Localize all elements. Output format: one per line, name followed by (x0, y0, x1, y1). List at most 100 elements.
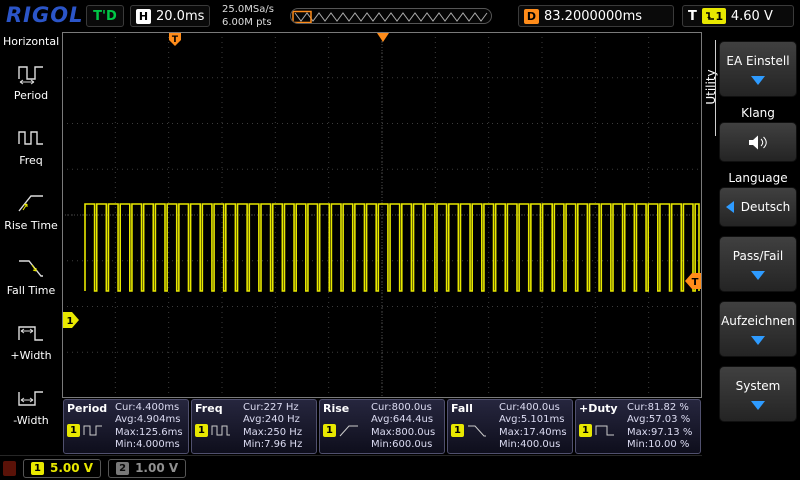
d-badge: D (524, 9, 539, 24)
utility-menu: Utility EA Einstell Klang Language Deuts… (702, 32, 800, 480)
freq-glyph-icon (211, 423, 231, 438)
meas-cur: Cur:227 Hz (243, 402, 313, 414)
meas-min: Min:400.0us (499, 439, 569, 451)
measurement-name: Rise (323, 402, 371, 415)
menu-item-label: Language (719, 171, 797, 185)
meas-avg: Avg:57.03 % (627, 414, 697, 426)
trigger-status-text: T'D (93, 9, 117, 24)
freq-icon (16, 126, 46, 150)
measurement-box-freq: Freq 1 Cur:227 Hz Avg:240 Hz Max:250 Hz … (191, 399, 317, 454)
chevron-down-icon (751, 271, 765, 280)
sidebar-item-label: Fall Time (7, 284, 56, 297)
meas-cur: Cur:400.0us (499, 402, 569, 414)
channel-badge: 1 (579, 424, 592, 437)
menu-item-klang[interactable]: Klang (719, 106, 797, 162)
sidebar-item-period[interactable]: Period (0, 49, 62, 114)
sidebar-item-label: -Width (13, 414, 48, 427)
sidebar-item-fall-time[interactable]: Fall Time (0, 244, 62, 309)
h-badge: H (136, 9, 151, 24)
menu-item-pass-fail[interactable]: Pass/Fail (719, 236, 797, 292)
sample-rate: 25.0MSa/s (222, 3, 274, 16)
trigger-source-badge: 1 (702, 8, 726, 24)
trigger-info-box: T 1 4.60 V (682, 5, 794, 27)
language-value-box[interactable]: Deutsch (719, 187, 797, 227)
sound-value-box[interactable] (719, 122, 797, 162)
horizontal-scale-value: 20.0ms (156, 9, 204, 24)
sidebar-item-freq[interactable]: Freq (0, 114, 62, 179)
measurement-box-period: Period 1 Cur:4.400ms Avg:4.904ms Max:125… (63, 399, 189, 454)
menu-item-ea-einstell[interactable]: EA Einstell (719, 41, 797, 97)
measurement-readout-row: Period 1 Cur:4.400ms Avg:4.904ms Max:125… (62, 398, 702, 455)
fall-glyph-icon (467, 423, 487, 438)
rise-time-icon (16, 191, 46, 215)
meas-min: Min:10.00 % (627, 439, 697, 451)
menu-item-label: Pass/Fail (733, 249, 783, 263)
measurement-name: +Duty (579, 402, 627, 415)
meas-avg: Avg:644.4us (371, 414, 441, 426)
channel2-badge: 2 (116, 462, 129, 475)
status-indicator (3, 461, 16, 476)
fall-time-icon (16, 256, 46, 280)
period-glyph-icon (83, 423, 103, 438)
sidebar-item-pos-width[interactable]: +Width (0, 309, 62, 374)
sidebar-item-rise-time[interactable]: Rise Time (0, 179, 62, 244)
channel1-badge: 1 (31, 462, 44, 475)
channel-badge: 1 (323, 424, 336, 437)
scope-display[interactable]: T1T (62, 32, 702, 398)
channel-badge: 1 (195, 424, 208, 437)
channel-status-bar: 1 5.00 V 2 1.00 V (0, 455, 800, 480)
memory-depth: 6.00M pts (222, 16, 274, 29)
measurement-name: Fall (451, 402, 499, 415)
memory-waveform-preview (291, 10, 491, 24)
meas-cur: Cur:81.82 % (627, 402, 697, 414)
channel1-box[interactable]: 1 5.00 V (23, 459, 101, 478)
top-status-bar: RIGOL T'D H 20.0ms 25.0MSa/s 6.00M pts D… (0, 0, 800, 32)
meas-avg: Avg:5.101ms (499, 414, 569, 426)
measurement-box-duty: +Duty 1 Cur:81.82 % Avg:57.03 % Max:97.1… (575, 399, 701, 454)
svg-text:1: 1 (67, 316, 74, 327)
t-label: T (688, 9, 697, 24)
channel-badge: 1 (451, 424, 464, 437)
measurement-box-fall: Fall 1 Cur:400.0us Avg:5.101ms Max:17.40… (447, 399, 573, 454)
meas-cur: Cur:4.400ms (115, 402, 185, 414)
sidebar-item-label: Period (14, 89, 48, 102)
menu-item-label: System (736, 379, 781, 393)
menu-item-system[interactable]: System (719, 366, 797, 422)
meas-min: Min:7.96 Hz (243, 439, 313, 451)
memory-position-bar (290, 8, 492, 24)
chevron-down-icon (751, 76, 765, 85)
sidebar-item-neg-width[interactable]: -Width (0, 374, 62, 439)
language-value: Deutsch (741, 200, 790, 214)
meas-min: Min:4.000ms (115, 439, 185, 451)
chevron-left-icon (726, 201, 734, 213)
measurement-name: Period (67, 402, 115, 415)
channel2-scale: 1.00 V (135, 461, 178, 475)
measurement-box-rise: Rise 1 Cur:800.0us Avg:644.4us Max:800.0… (319, 399, 445, 454)
meas-max: Max:97.13 % (627, 427, 697, 439)
measurement-name: Freq (195, 402, 243, 415)
meas-avg: Avg:240 Hz (243, 414, 313, 426)
pos-width-icon (16, 321, 46, 345)
menu-item-language[interactable]: Language Deutsch (719, 171, 797, 227)
sound-on-icon (747, 134, 769, 151)
meas-min: Min:600.0us (371, 439, 441, 451)
sidebar-title: Horizontal (0, 32, 62, 49)
falling-edge-icon (705, 10, 715, 22)
meas-max: Max:800.0us (371, 427, 441, 439)
meas-max: Max:250 Hz (243, 427, 313, 439)
meas-cur: Cur:800.0us (371, 402, 441, 414)
channel2-box[interactable]: 2 1.00 V (108, 459, 186, 478)
meas-max: Max:17.40ms (499, 427, 569, 439)
chevron-down-icon (751, 401, 765, 410)
menu-item-aufzeichnen[interactable]: Aufzeichnen (719, 301, 797, 357)
trigger-level-value: 4.60 V (731, 9, 773, 24)
period-icon (16, 61, 46, 85)
neg-width-icon (16, 386, 46, 410)
rigol-logo: RIGOL (6, 3, 83, 27)
measure-sidebar: Horizontal Period Freq Rise Time Fall Ti… (0, 32, 62, 455)
channel1-scale: 5.00 V (50, 461, 93, 475)
chevron-down-icon (751, 336, 765, 345)
meas-max: Max:125.6ms (115, 427, 185, 439)
rise-glyph-icon (339, 423, 359, 438)
channel-badge: 1 (67, 424, 80, 437)
